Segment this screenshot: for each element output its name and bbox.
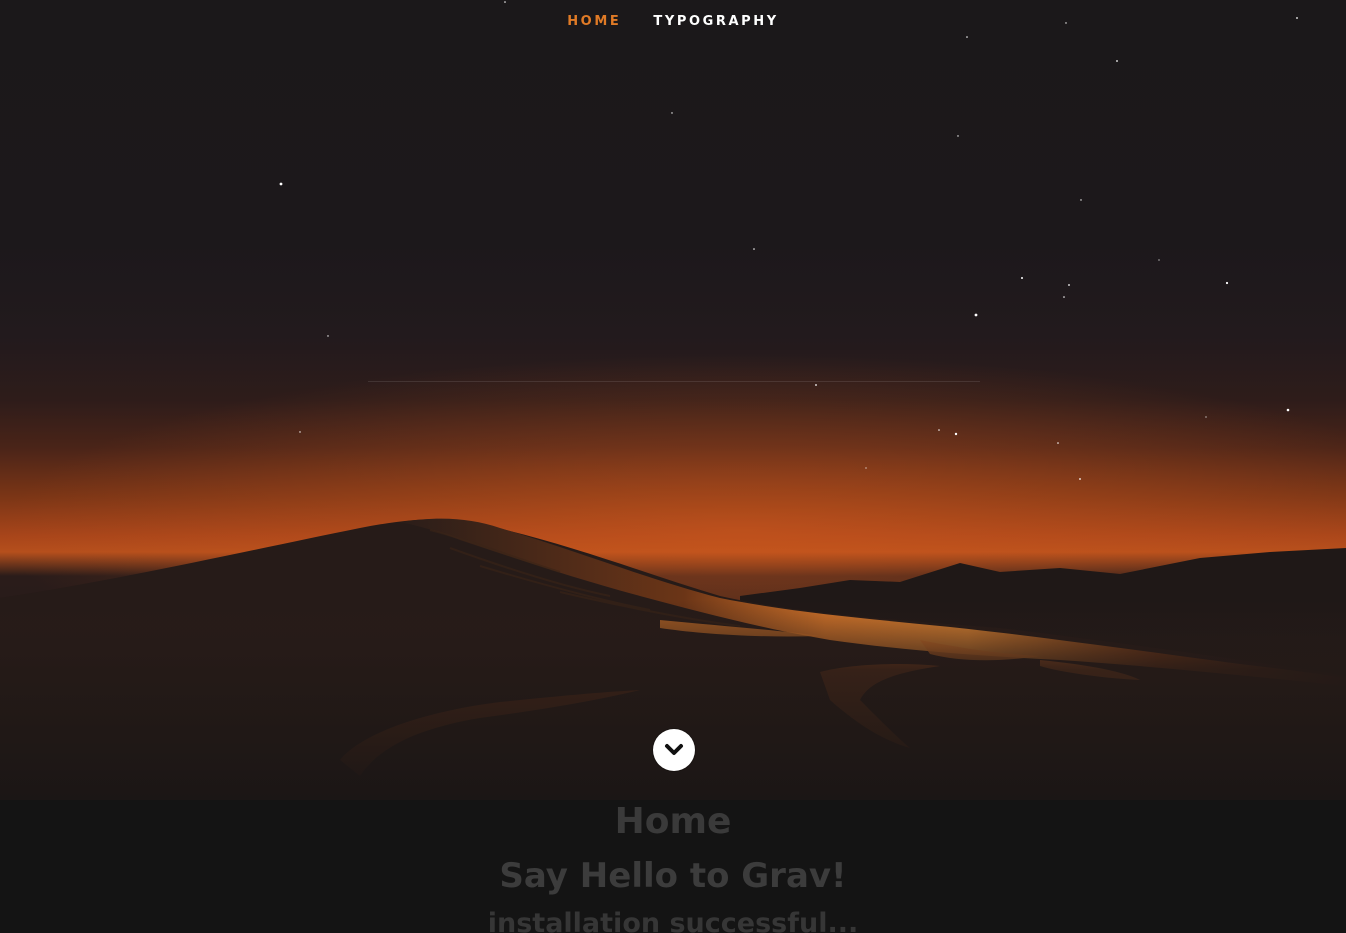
page-subheading: installation successful... (487, 908, 859, 933)
hero-section: HOME TYPOGRAPHY (0, 0, 1346, 800)
hero-background-image (0, 1, 1346, 800)
hero-divider (368, 381, 980, 382)
scroll-down-button[interactable] (653, 729, 695, 771)
page-title: Home (614, 801, 732, 842)
nav-item-home[interactable]: HOME (567, 14, 621, 29)
chevron-down-icon (665, 744, 683, 755)
main-navigation: HOME TYPOGRAPHY (0, 14, 1346, 29)
nav-item-typography[interactable]: TYPOGRAPHY (653, 14, 778, 29)
content-section: Home Say Hello to Grav! installation suc… (0, 800, 1346, 933)
page-heading: Say Hello to Grav! (499, 856, 847, 896)
page: HOME TYPOGRAPHY Home Say Hello to Grav! … (0, 0, 1346, 933)
